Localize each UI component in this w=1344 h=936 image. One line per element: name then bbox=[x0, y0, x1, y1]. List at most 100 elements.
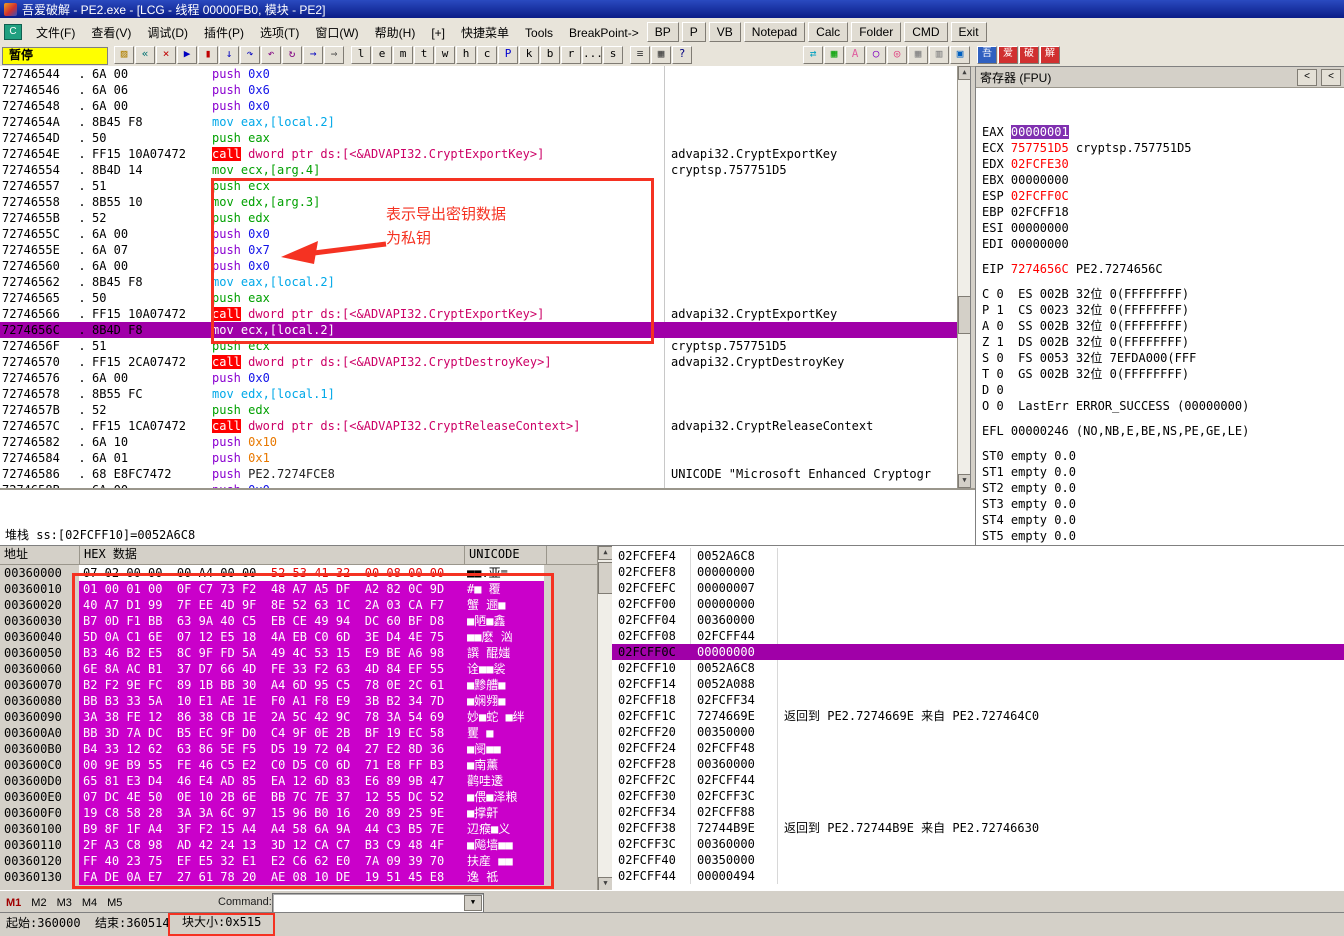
disasm-row[interactable]: 7274657C. FF15 1CA07472 call dword ptr ds:… bbox=[0, 418, 970, 434]
collapse-left-icon[interactable]: < bbox=[1297, 68, 1317, 86]
disasm-row[interactable]: 7274655C. 6A 00 push 0x0 bbox=[0, 226, 970, 242]
menu-button-exit[interactable]: Exit bbox=[950, 22, 987, 42]
disasm-row[interactable]: 72746548. 6A 00 push 0x0 bbox=[0, 98, 970, 114]
register-line[interactable]: ST4 empty 0.0 bbox=[982, 512, 1339, 528]
menu-item[interactable]: BreakPoint-> bbox=[561, 23, 647, 43]
window-button-P[interactable]: P bbox=[498, 45, 518, 64]
close-icon[interactable]: × bbox=[156, 45, 176, 64]
register-line[interactable]: C 0 ES 002B 32位 0(FFFFFFFF) bbox=[982, 286, 1339, 302]
memory-map-icon[interactable]: ▦ bbox=[651, 45, 671, 64]
hexdump-row[interactable]: 00360130 FA DE 0A E7 27 61 78 20 AE 08 10… bbox=[0, 869, 597, 885]
scroll-up-icon[interactable]: ▲ bbox=[598, 546, 613, 560]
stack-row[interactable]: 02FCFF30 02FCFF3C bbox=[612, 788, 1344, 804]
menu-item[interactable]: 查看(V) bbox=[83, 23, 139, 43]
hexdump-row[interactable]: 00360000 07 02 00 00 00 A4 00 00 52 53 41… bbox=[0, 565, 597, 581]
scroll-down-icon[interactable]: ▼ bbox=[958, 474, 970, 488]
menu-button-bp[interactable]: BP bbox=[646, 22, 679, 42]
restart-icon[interactable]: « bbox=[135, 45, 155, 64]
window-button-t[interactable]: t bbox=[414, 45, 434, 64]
stack-row[interactable]: 02FCFF3C 00360000 bbox=[612, 836, 1344, 852]
register-line[interactable]: A 0 SS 002B 32位 0(FFFFFFFF) bbox=[982, 318, 1339, 334]
register-line[interactable]: ESI 00000000 bbox=[982, 220, 1339, 236]
column-header-unicode[interactable]: UNICODE bbox=[465, 546, 547, 564]
hexdump-row[interactable]: 00360100 B9 8F 1F A4 3F F2 15 A4 A4 58 6A… bbox=[0, 821, 597, 837]
disasm-row[interactable]: 72746560. 6A 00 push 0x0 bbox=[0, 258, 970, 274]
window-button-r[interactable]: r bbox=[561, 45, 581, 64]
ring-icon[interactable]: ○ bbox=[866, 45, 886, 64]
hexdump-row[interactable]: 00360120 FF 40 23 75 EF E5 32 E1 E2 C6 62… bbox=[0, 853, 597, 869]
menu-item[interactable]: 调试(D) bbox=[139, 23, 196, 43]
hexdump-row[interactable]: 003600E0 07 DC 4E 50 0E 10 2B 6E BB 7C 7E… bbox=[0, 789, 597, 805]
stack-row[interactable]: 02FCFF18 02FCFF34 bbox=[612, 692, 1344, 708]
assembler-icon[interactable]: A bbox=[845, 45, 865, 64]
hexdump-row[interactable]: 00360070 B2 F2 9E FC 89 1B BB 30 A4 6D 95… bbox=[0, 677, 597, 693]
menu-item[interactable]: 快捷菜单 bbox=[453, 23, 517, 43]
menu-item[interactable]: 插件(P) bbox=[196, 23, 252, 43]
register-line[interactable]: ECX 757751D5 cryptsp.757751D5 bbox=[982, 140, 1339, 156]
register-line[interactable]: ESP 02FCFF0C bbox=[982, 188, 1339, 204]
hexdump-row[interactable]: 00360060 6E 8A AC B1 37 D7 66 4D FE 33 F2… bbox=[0, 661, 597, 677]
hexdump-row[interactable]: 00360010 01 00 01 00 0F C7 73 F2 48 A7 A5… bbox=[0, 581, 597, 597]
disasm-row[interactable]: 7274656F. 51 push ecx cryptsp.757751D5 bbox=[0, 338, 970, 354]
column-header-address[interactable]: 地址 bbox=[0, 546, 80, 564]
window-button-l[interactable]: l bbox=[351, 45, 371, 64]
stack-row[interactable]: 02FCFF40 00350000 bbox=[612, 852, 1344, 868]
disasm-row[interactable]: 72746586. 68 E8FC7472 push PE2.7274FCE8 UNI… bbox=[0, 466, 970, 482]
disasm-row[interactable]: 72746582. 6A 10 push 0x10 bbox=[0, 434, 970, 450]
step-into-icon[interactable]: ↓ bbox=[219, 45, 239, 64]
execute-till-return-icon[interactable]: → bbox=[303, 45, 323, 64]
register-line[interactable]: D 0 bbox=[982, 382, 1339, 398]
register-line[interactable]: T 0 GS 002B 32位 0(FFFFFFFF) bbox=[982, 366, 1339, 382]
stack-row[interactable]: 02FCFF20 00350000 bbox=[612, 724, 1344, 740]
register-line[interactable]: EIP 7274656C PE2.7274656C bbox=[982, 261, 1339, 277]
register-line[interactable]: ST5 empty 0.0 bbox=[982, 528, 1339, 544]
stack-row[interactable]: 02FCFF1C 7274669E 返回到 PE2.7274669E 来自 PE2.… bbox=[612, 708, 1344, 724]
stack-row[interactable]: 02FCFF08 02FCFF44 bbox=[612, 628, 1344, 644]
dump-tab-m5[interactable]: M5 bbox=[107, 897, 122, 909]
disasm-row[interactable]: 72746565. 50 push eax bbox=[0, 290, 970, 306]
menu-button-notepad[interactable]: Notepad bbox=[743, 22, 806, 42]
disasm-row[interactable]: 7274655B. 52 push edx bbox=[0, 210, 970, 226]
log-window-icon[interactable]: ≡ bbox=[630, 45, 650, 64]
command-input[interactable]: ▼ bbox=[272, 893, 484, 913]
disasm-scrollbar[interactable]: ▲ ▼ bbox=[957, 66, 970, 488]
stack-row[interactable]: 02FCFF28 00360000 bbox=[612, 756, 1344, 772]
disasm-row[interactable]: 72746558. 8B55 10 mov edx,[arg.3] bbox=[0, 194, 970, 210]
window-button-e[interactable]: e bbox=[372, 45, 392, 64]
brand-po-icon[interactable]: 破 bbox=[1019, 45, 1039, 64]
table-grid-icon[interactable]: ▥ bbox=[929, 45, 949, 64]
stack-row[interactable]: 02FCFF0C 00000000 bbox=[612, 644, 1344, 660]
register-line[interactable]: ST0 empty 0.0 bbox=[982, 448, 1339, 464]
disasm-row[interactable]: 7274656C. 8B4D F8 mov ecx,[local.2] bbox=[0, 322, 970, 338]
chevron-down-icon[interactable]: ▼ bbox=[464, 895, 482, 911]
animate-into-icon[interactable]: ↶ bbox=[261, 45, 281, 64]
disasm-row[interactable]: 72746554. 8B4D 14 mov ecx,[arg.4] cryptsp.7… bbox=[0, 162, 970, 178]
scroll-down-icon[interactable]: ▼ bbox=[598, 877, 613, 891]
menu-item[interactable]: 窗口(W) bbox=[307, 23, 366, 43]
windows-list-icon[interactable]: ▦ bbox=[824, 45, 844, 64]
register-line[interactable]: O 0 LastErr ERROR_SUCCESS (00000000) bbox=[982, 398, 1339, 414]
stack-row[interactable]: 02FCFEF8 00000000 bbox=[612, 564, 1344, 580]
register-line[interactable]: ST2 empty 0.0 bbox=[982, 480, 1339, 496]
hexdump-row[interactable]: 003600A0 BB 3D 7A DC B5 EC 9F D0 C4 9F 0E… bbox=[0, 725, 597, 741]
disasm-row[interactable]: 72746576. 6A 00 push 0x0 bbox=[0, 370, 970, 386]
hexdump-row[interactable]: 00360110 2F A3 C8 98 AD 42 24 13 3D 12 CA… bbox=[0, 837, 597, 853]
menu-item[interactable]: 文件(F) bbox=[28, 23, 83, 43]
dump-tab-m3[interactable]: M3 bbox=[57, 897, 72, 909]
hexdump-row[interactable]: 003600D0 65 81 E3 D4 46 E4 AD 85 EA 12 6D… bbox=[0, 773, 597, 789]
hexdump-row[interactable]: 003600B0 B4 33 12 62 63 86 5E F5 D5 19 72… bbox=[0, 741, 597, 757]
menu-item[interactable]: 选项(T) bbox=[252, 23, 307, 43]
window-button-dotdotdot[interactable]: ... bbox=[582, 45, 602, 64]
dump-tab-m1[interactable]: M1 bbox=[6, 897, 21, 909]
swap-arrows-icon[interactable]: ⇄ bbox=[803, 45, 823, 64]
menu-item[interactable]: Tools bbox=[517, 23, 561, 43]
register-line[interactable]: EBP 02FCFF18 bbox=[982, 204, 1339, 220]
brand-wu-icon[interactable]: 吾 bbox=[977, 45, 997, 64]
hexdump-row[interactable]: 003600C0 00 9E B9 55 FE 46 C5 E2 C0 D5 C0… bbox=[0, 757, 597, 773]
menu-button-p[interactable]: P bbox=[681, 22, 706, 42]
hexdump-row[interactable]: 00360040 5D 0A C1 6E 07 12 E5 18 4A EB C0… bbox=[0, 629, 597, 645]
disasm-row[interactable]: 7274655E. 6A 07 push 0x7 bbox=[0, 242, 970, 258]
window-button-s[interactable]: s bbox=[603, 45, 623, 64]
disasm-row[interactable]: 72746544. 6A 00 push 0x0 bbox=[0, 66, 970, 82]
dump-tab-m4[interactable]: M4 bbox=[82, 897, 97, 909]
